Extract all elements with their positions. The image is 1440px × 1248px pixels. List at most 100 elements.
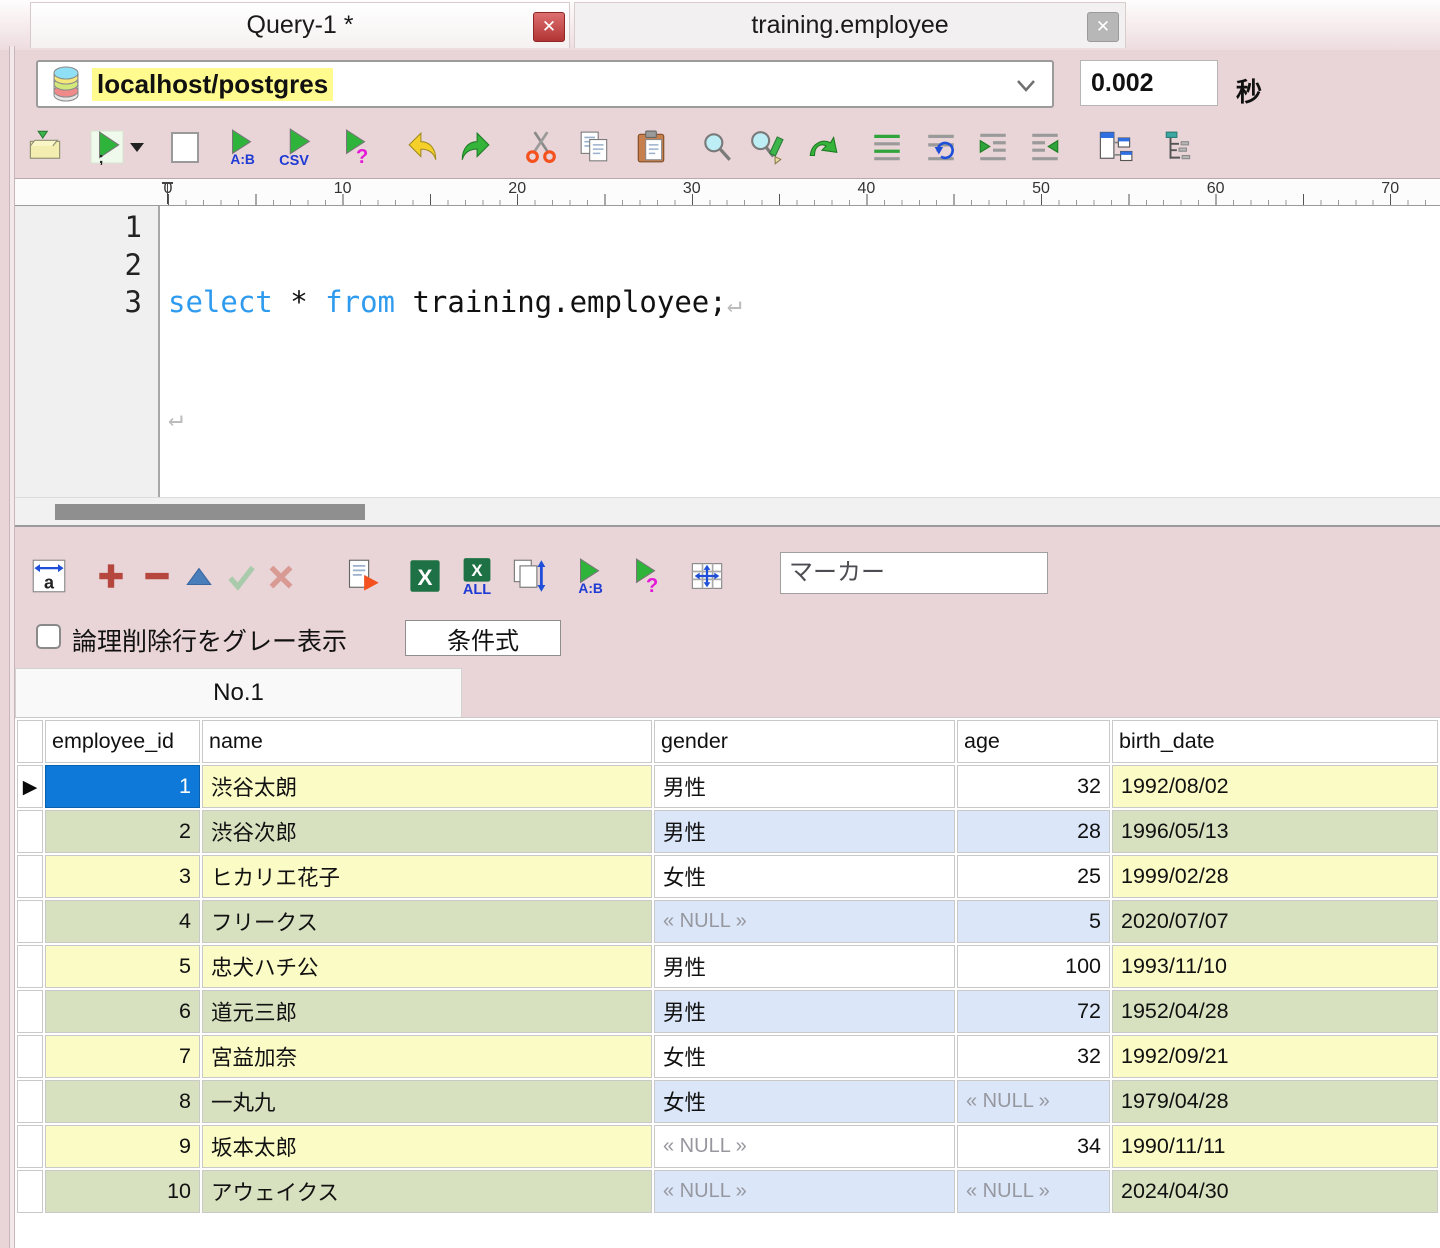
jump-button[interactable] <box>804 126 842 168</box>
connection-selector[interactable]: localhost/postgres <box>36 60 1054 108</box>
copy-button[interactable] <box>576 126 614 168</box>
rerun-with-params-button[interactable]: A:B <box>570 555 608 597</box>
cell-birth-date[interactable]: 1990/11/11 <box>1112 1125 1438 1168</box>
cell-employee-id[interactable]: 6 <box>45 990 200 1033</box>
tab-training-employee[interactable]: training.employee ✕ <box>574 2 1126 48</box>
cell-employee-id[interactable]: 1 <box>45 765 200 808</box>
elapsed-time-field[interactable]: 0.002 <box>1080 60 1218 106</box>
cell-gender[interactable]: 男性 <box>654 945 955 988</box>
column-header-employee-id[interactable]: employee_id <box>45 720 200 763</box>
cell-name[interactable]: アウェイクス <box>202 1170 652 1213</box>
cell-name[interactable]: フリークス <box>202 900 652 943</box>
cell-age[interactable]: « NULL » <box>957 1170 1110 1213</box>
post-changes-button[interactable] <box>222 555 260 597</box>
gray-deleted-checkbox[interactable] <box>36 624 61 649</box>
result-set-tab[interactable]: No.1 <box>15 668 462 717</box>
row-selector[interactable] <box>17 1080 43 1123</box>
cell-age[interactable]: 100 <box>957 945 1110 988</box>
run-with-params-button[interactable]: A:B <box>222 126 260 168</box>
cell-employee-id[interactable]: 7 <box>45 1035 200 1078</box>
row-selector[interactable] <box>17 900 43 943</box>
row-selector[interactable] <box>17 1170 43 1213</box>
cell-age[interactable]: 25 <box>957 855 1110 898</box>
export-results-button[interactable] <box>344 555 382 597</box>
editor-horizontal-scrollbar[interactable] <box>15 497 1440 525</box>
row-selector[interactable] <box>17 945 43 988</box>
cell-employee-id[interactable]: 10 <box>45 1170 200 1213</box>
cell-birth-date[interactable]: 2024/04/30 <box>1112 1170 1438 1213</box>
column-header-gender[interactable]: gender <box>654 720 955 763</box>
row-selector[interactable] <box>17 810 43 853</box>
column-header-age[interactable]: age <box>957 720 1110 763</box>
cell-age[interactable]: 72 <box>957 990 1110 1033</box>
unformat-sql-button[interactable] <box>922 126 960 168</box>
cell-name[interactable]: 忠犬ハチ公 <box>202 945 652 988</box>
cell-employee-id[interactable]: 2 <box>45 810 200 853</box>
cell-name[interactable]: 坂本太郎 <box>202 1125 652 1168</box>
tab-query-1[interactable]: Query-1 * ✕ <box>30 2 570 48</box>
edit-row-button[interactable] <box>180 555 218 597</box>
cell-employee-id[interactable]: 3 <box>45 855 200 898</box>
cell-gender[interactable]: 男性 <box>654 765 955 808</box>
cell-birth-date[interactable]: 1992/09/21 <box>1112 1035 1438 1078</box>
run-query-button[interactable]: ; <box>88 126 126 168</box>
cell-gender[interactable]: « NULL » <box>654 1125 955 1168</box>
run-to-csv-button[interactable]: CSV <box>278 126 316 168</box>
cell-birth-date[interactable]: 1993/11/10 <box>1112 945 1438 988</box>
cell-gender[interactable]: 女性 <box>654 1080 955 1123</box>
cell-age[interactable]: « NULL » <box>957 1080 1110 1123</box>
redo-button[interactable] <box>456 126 494 168</box>
row-selector[interactable]: ▶ <box>17 765 43 808</box>
fit-column-width-button[interactable]: a <box>30 555 68 597</box>
row-selector[interactable] <box>17 1125 43 1168</box>
scrollbar-thumb[interactable] <box>55 504 365 520</box>
cell-birth-date[interactable]: 1996/05/13 <box>1112 810 1438 853</box>
cell-gender[interactable]: « NULL » <box>654 900 955 943</box>
cancel-changes-button[interactable] <box>262 555 300 597</box>
explain-plan-button[interactable]: ? <box>336 126 374 168</box>
indent-button[interactable] <box>974 126 1012 168</box>
column-header-name[interactable]: name <box>202 720 652 763</box>
row-selector[interactable] <box>17 1035 43 1078</box>
cell-birth-date[interactable]: 1992/08/02 <box>1112 765 1438 808</box>
cell-employee-id[interactable]: 8 <box>45 1080 200 1123</box>
close-tab-icon[interactable]: ✕ <box>533 12 565 42</box>
export-excel-all-button[interactable]: X ALL <box>458 555 496 597</box>
cell-name[interactable]: 渋谷太朗 <box>202 765 652 808</box>
paste-button[interactable] <box>632 126 670 168</box>
replace-button[interactable] <box>748 126 786 168</box>
column-header-birth-date[interactable]: birth_date <box>1112 720 1438 763</box>
cell-age[interactable]: 32 <box>957 765 1110 808</box>
cell-name[interactable]: 一丸九 <box>202 1080 652 1123</box>
cell-gender[interactable]: 男性 <box>654 810 955 853</box>
marker-input[interactable] <box>780 552 1048 594</box>
cut-button[interactable] <box>522 126 560 168</box>
chevron-down-icon[interactable] <box>1014 78 1038 94</box>
open-file-button[interactable] <box>26 126 64 168</box>
stop-button[interactable] <box>166 126 204 168</box>
cell-age[interactable]: 28 <box>957 810 1110 853</box>
cell-employee-id[interactable]: 9 <box>45 1125 200 1168</box>
search-button[interactable] <box>698 126 736 168</box>
row-selector[interactable] <box>17 990 43 1033</box>
cell-employee-id[interactable]: 4 <box>45 900 200 943</box>
cell-gender[interactable]: 女性 <box>654 1035 955 1078</box>
cell-birth-date[interactable]: 1999/02/28 <box>1112 855 1438 898</box>
cell-name[interactable]: 宮益加奈 <box>202 1035 652 1078</box>
close-tab-icon[interactable]: ✕ <box>1087 12 1119 42</box>
cell-name[interactable]: 道元三郎 <box>202 990 652 1033</box>
condition-expression-button[interactable]: 条件式 <box>405 620 561 656</box>
copy-with-header-button[interactable] <box>510 555 548 597</box>
rerun-explain-button[interactable]: ? <box>626 555 664 597</box>
cell-birth-date[interactable]: 2020/07/07 <box>1112 900 1438 943</box>
undo-button[interactable] <box>404 126 442 168</box>
cell-name[interactable]: 渋谷次郎 <box>202 810 652 853</box>
header-row-selector[interactable] <box>17 720 43 763</box>
export-excel-button[interactable]: X <box>406 555 444 597</box>
cell-birth-date[interactable]: 1952/04/28 <box>1112 990 1438 1033</box>
row-selector[interactable] <box>17 855 43 898</box>
sql-code-area[interactable]: select * from training.employee;↵ ↵ <box>162 206 1440 503</box>
cell-age[interactable]: 5 <box>957 900 1110 943</box>
cell-age[interactable]: 32 <box>957 1035 1110 1078</box>
delete-row-button[interactable] <box>136 555 178 597</box>
